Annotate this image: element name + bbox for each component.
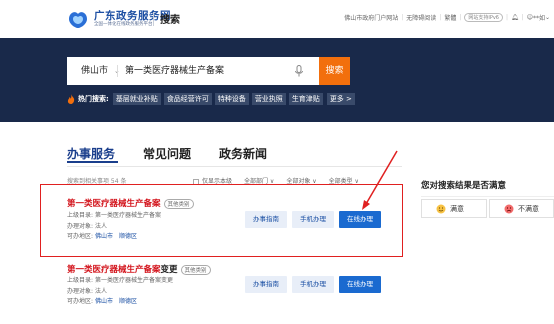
unsatisfied-button[interactable]: 不满意 [489,199,554,218]
tab-news[interactable]: 政务新闻 [219,145,267,162]
hot-tag[interactable]: 营业执照 [251,93,286,105]
hot-tag[interactable]: 食品经营许可 [163,93,212,105]
tabs-divider [67,166,402,167]
hot-tag[interactable]: 生育津贴 [288,93,323,105]
dir-label: 上级目录: [67,277,94,284]
satisfaction-divider [421,196,554,197]
frown-icon [504,204,514,213]
area-label: 可办地区: [67,298,94,305]
category-badge: 其他类别 [180,264,211,275]
city-selector[interactable]: 佛山市⌄ [81,57,120,85]
online-handle-button[interactable]: 在线办理 [339,276,381,293]
satisfaction-title: 您对搜索结果是否满意 [421,181,507,191]
page-title: 搜索 [160,15,180,26]
unsatisfied-label: 不满意 [518,204,539,213]
more-tags-link[interactable]: 更多 > [326,93,355,105]
mobile-handle-button[interactable]: 手机办理 [292,276,334,293]
satisfied-button[interactable]: 满意 [421,199,487,218]
search-box: 佛山市⌄ 搜索 [67,57,350,85]
fire-icon [67,94,75,104]
link-divider: | [506,14,509,21]
bell-icon[interactable]: 🔔︎ [511,14,519,21]
traditional-chinese-link[interactable]: 繁體 [444,13,456,22]
site-header: 广东政务服务网 全国一体化在线政务服务平台 搜索 佛山市政府门户网站 | 无障碍… [0,0,554,38]
microphone-icon[interactable] [292,64,306,78]
result-tabs: 办事服务 常见问题 政务新闻 [67,145,295,162]
highlight-box [40,184,403,257]
site-logo[interactable]: 广东政务服务网 全国一体化在线政务服务平台 [66,8,171,30]
header-divider [153,12,154,26]
result-title-suffix: 变更 [160,265,178,275]
chevron-down-icon[interactable]: ⌄ [545,14,550,21]
target-value: 法人 [94,287,107,295]
result-meta: 上级目录: 第一类医疗器械生产备案变更 办理对象: 法人 可办地区: 佛山市 顺德… [67,276,173,308]
search-input[interactable] [125,57,315,85]
logo-icon [69,12,87,28]
result-title[interactable]: 第一类医疗器械生产备案变更 其他类别 [67,263,211,275]
target-label: 办理对象: [67,287,94,295]
city-label: 佛山市 [81,66,109,76]
hot-searches: 热门搜索: 基层就业补贴 食品经营许可 特种设备 营业执照 生育津贴 更多 > [67,93,358,105]
accessibility-link[interactable]: 无障碍阅读 [406,13,436,22]
search-button[interactable]: 搜索 [319,57,350,85]
area-link[interactable]: 顺德区 [119,298,137,305]
smile-icon [436,204,446,213]
link-divider: | [439,14,442,21]
gov-portal-link[interactable]: 佛山市政府门户网站 [344,13,398,22]
guide-button[interactable]: 办事指南 [245,276,287,293]
area-link[interactable]: 佛山市 [95,298,113,305]
link-divider: | [459,14,462,21]
hot-tag[interactable]: 基层就业补贴 [112,93,161,105]
tab-faq[interactable]: 常见问题 [143,145,191,162]
ipv6-badge: 网站支持IPv6 [464,13,503,22]
user-name[interactable]: **如 [533,13,545,22]
satisfied-label: 满意 [450,204,464,213]
dir-value: 第一类医疗器械生产备案变更 [94,277,173,284]
city-divider [117,65,118,77]
link-divider: | [401,14,404,21]
top-links: 佛山市政府门户网站 | 无障碍阅读 | 繁體 | 网站支持IPv6 | 🔔︎ |… [344,13,550,22]
hot-label: 热门搜索: [78,95,109,103]
hot-tag[interactable]: 特种设备 [214,93,249,105]
result-title-text: 第一类医疗器械生产备案 [67,265,161,275]
active-tab-underline [67,161,118,163]
link-divider: | [521,14,524,21]
tab-services[interactable]: 办事服务 [67,145,115,162]
